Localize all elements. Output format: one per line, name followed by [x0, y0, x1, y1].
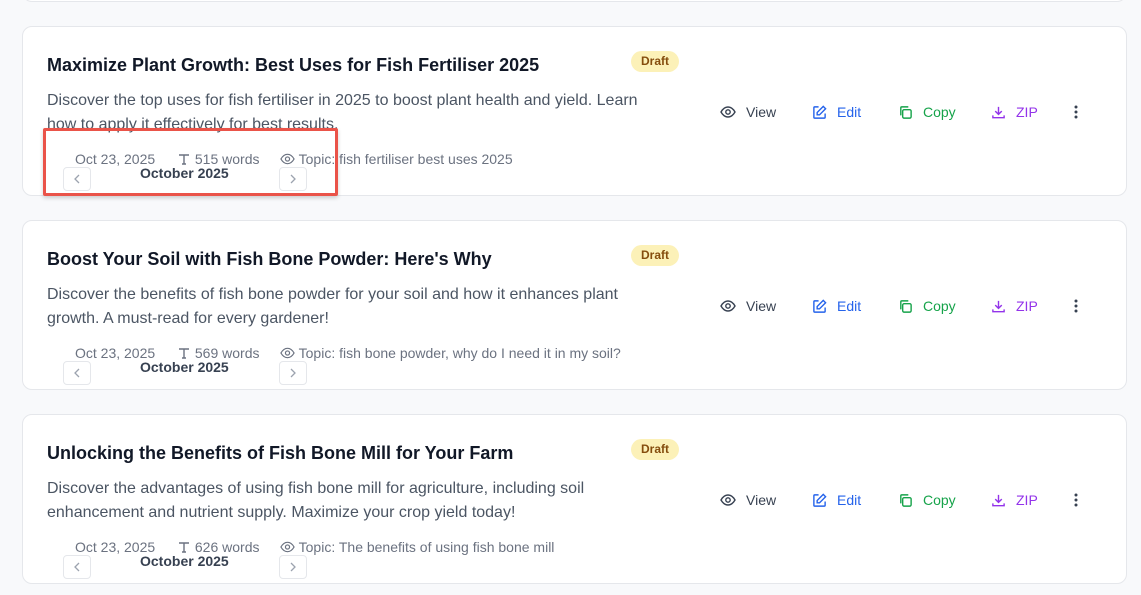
status-badge: Draft	[631, 245, 680, 266]
view-label: View	[746, 298, 777, 314]
pencil-square-icon	[813, 298, 827, 313]
copy-button[interactable]: Copy	[898, 489, 956, 511]
post-actions: View Edit Copy ZIP	[23, 101, 1126, 123]
eye-icon	[280, 153, 295, 165]
post-topic: Topic: fish bone powder, why do I need i…	[280, 345, 621, 361]
month-label: October 2025	[140, 165, 229, 181]
chevron-left-icon	[74, 368, 80, 378]
post-title[interactable]: Maximize Plant Growth: Best Uses for Fis…	[47, 55, 539, 76]
edit-button[interactable]: Edit	[812, 489, 861, 511]
text-type-icon	[179, 154, 189, 165]
eye-icon	[280, 541, 295, 553]
post-actions: View Edit Copy ZIP	[23, 489, 1126, 511]
prev-month-button[interactable]	[63, 361, 91, 385]
zip-label: ZIP	[1016, 104, 1038, 120]
copy-icon	[900, 493, 912, 507]
eye-icon	[720, 106, 736, 118]
status-badge: Draft	[631, 51, 680, 72]
more-vertical-icon	[1074, 299, 1078, 313]
copy-label: Copy	[923, 492, 956, 508]
copy-label: Copy	[923, 104, 956, 120]
month-picker: October 2025	[63, 553, 308, 579]
text-type-icon	[179, 542, 189, 553]
copy-button[interactable]: Copy	[898, 101, 956, 123]
next-month-button[interactable]	[279, 167, 307, 191]
eye-icon	[720, 300, 736, 312]
text-type-icon	[179, 348, 189, 359]
edit-label: Edit	[837, 104, 862, 120]
copy-icon	[900, 105, 912, 119]
more-vertical-icon	[1074, 493, 1078, 507]
zip-label: ZIP	[1016, 298, 1038, 314]
eye-icon	[280, 347, 295, 359]
topic-label: Topic: fish fertiliser best uses 2025	[298, 151, 513, 167]
view-label: View	[746, 104, 777, 120]
more-vertical-icon	[1074, 105, 1078, 119]
post-title[interactable]: Unlocking the Benefits of Fish Bone Mill…	[47, 443, 513, 464]
view-button[interactable]: View	[720, 489, 776, 511]
copy-icon	[900, 299, 912, 313]
topic-label: Topic: The benefits of using fish bone m…	[298, 539, 555, 555]
month-picker: October 2025	[63, 359, 308, 385]
edit-label: Edit	[837, 298, 862, 314]
month-picker: October 2025	[63, 165, 308, 191]
post-card: Boost Your Soil with Fish Bone Powder: H…	[22, 220, 1127, 390]
next-month-button[interactable]	[279, 555, 307, 579]
prev-month-button[interactable]	[63, 555, 91, 579]
post-topic: Topic: The benefits of using fish bone m…	[280, 539, 554, 555]
download-icon	[992, 106, 1005, 118]
copy-button[interactable]: Copy	[898, 295, 956, 317]
next-month-button[interactable]	[279, 361, 307, 385]
zip-download-button[interactable]: ZIP	[991, 295, 1038, 317]
post-actions: View Edit Copy ZIP	[23, 295, 1126, 317]
more-options-button[interactable]	[1073, 489, 1079, 511]
month-label: October 2025	[140, 553, 229, 569]
zip-label: ZIP	[1016, 492, 1038, 508]
more-options-button[interactable]	[1073, 101, 1079, 123]
month-label: October 2025	[140, 359, 229, 375]
chevron-right-icon	[290, 562, 296, 572]
chevron-left-icon	[74, 562, 80, 572]
edit-button[interactable]: Edit	[812, 295, 861, 317]
topic-label: Topic: fish bone powder, why do I need i…	[298, 345, 621, 361]
chevron-right-icon	[290, 174, 296, 184]
post-card: Maximize Plant Growth: Best Uses for Fis…	[22, 26, 1127, 196]
zip-download-button[interactable]: ZIP	[991, 101, 1038, 123]
more-options-button[interactable]	[1073, 295, 1079, 317]
edit-label: Edit	[837, 492, 862, 508]
copy-label: Copy	[923, 298, 956, 314]
prev-month-button[interactable]	[63, 167, 91, 191]
eye-icon	[720, 494, 736, 506]
download-icon	[992, 494, 1005, 506]
post-card: Unlocking the Benefits of Fish Bone Mill…	[22, 414, 1127, 584]
download-icon	[992, 300, 1005, 312]
chevron-left-icon	[74, 174, 80, 184]
view-button[interactable]: View	[720, 295, 776, 317]
previous-post-card	[22, 0, 1127, 2]
pencil-square-icon	[813, 492, 827, 507]
view-label: View	[746, 492, 777, 508]
view-button[interactable]: View	[720, 101, 776, 123]
pencil-square-icon	[813, 104, 827, 119]
post-title[interactable]: Boost Your Soil with Fish Bone Powder: H…	[47, 249, 492, 270]
status-badge: Draft	[631, 439, 680, 460]
zip-download-button[interactable]: ZIP	[991, 489, 1038, 511]
edit-button[interactable]: Edit	[812, 101, 861, 123]
chevron-right-icon	[290, 368, 296, 378]
post-topic: Topic: fish fertiliser best uses 2025	[280, 151, 513, 167]
